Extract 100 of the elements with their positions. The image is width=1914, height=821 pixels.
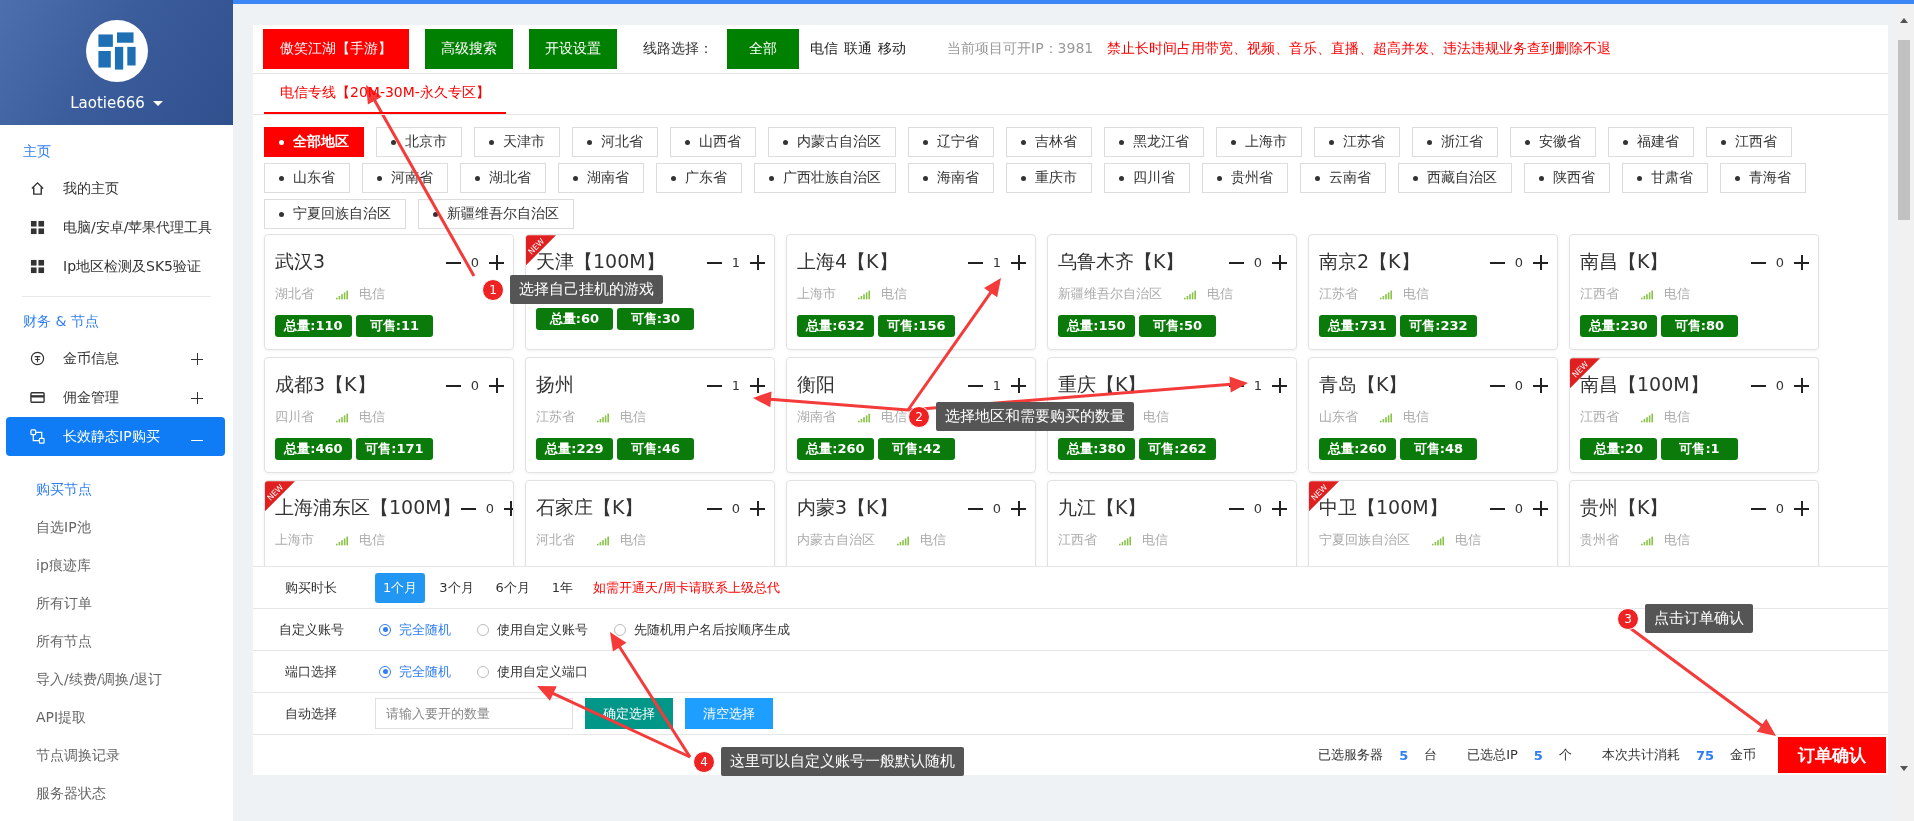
radio-option[interactable]: 完全随机 [379, 620, 451, 639]
province-label: 江苏省 [1319, 285, 1358, 304]
region-tag[interactable]: 江西省 [1706, 127, 1792, 158]
line-option[interactable]: 联通 [841, 40, 875, 59]
available-badge: 可售:80 [1661, 315, 1738, 338]
region-tag[interactable]: 安徽省 [1510, 127, 1596, 158]
region-tag[interactable]: 江苏省 [1314, 127, 1400, 158]
region-tag[interactable]: 黑龙江省 [1104, 127, 1204, 158]
increase-button[interactable] [750, 377, 765, 393]
province-label: 江西省 [1580, 285, 1619, 304]
submenu-item[interactable]: 购买节点 [0, 470, 233, 508]
region-tag[interactable]: 辽宁省 [908, 127, 994, 158]
region-tag[interactable]: 新疆维吾尔自治区 [418, 199, 574, 230]
region-tag[interactable]: 山东省 [264, 163, 350, 194]
line-option[interactable]: 全部 [727, 29, 799, 70]
increase-button[interactable] [1272, 377, 1287, 393]
region-tag[interactable]: 湖南省 [558, 163, 644, 194]
region-tag[interactable]: 贵州省 [1202, 163, 1288, 194]
increase-button[interactable] [1272, 254, 1287, 270]
signal-icon [858, 411, 871, 423]
menu-item[interactable]: Ip地区检测及SK5验证 [6, 247, 225, 286]
region-tag[interactable]: 福建省 [1608, 127, 1694, 158]
region-tag[interactable]: 西藏自治区 [1398, 163, 1512, 194]
region-tag[interactable]: 内蒙古自治区 [768, 127, 896, 158]
increase-button[interactable] [1794, 500, 1809, 516]
field-label: 端口选择 [284, 662, 338, 681]
quantity-field[interactable]: 请输入要开的数量 [375, 698, 573, 729]
increase-button[interactable] [489, 377, 504, 393]
submenu-item[interactable]: 所有节点 [0, 622, 233, 660]
region-tag[interactable]: 上海市 [1216, 127, 1302, 158]
scrollbar[interactable] [1894, 4, 1914, 821]
region-tag[interactable]: 浙江省 [1412, 127, 1498, 158]
increase-button[interactable] [1794, 377, 1809, 393]
increase-button[interactable] [1533, 500, 1548, 516]
region-tag[interactable]: 山西省 [670, 127, 756, 158]
increase-button[interactable] [1533, 377, 1548, 393]
quantity: 1 [1253, 377, 1262, 393]
increase-button[interactable] [1011, 254, 1026, 270]
menu-item[interactable]: 我的主页 [6, 169, 225, 208]
quantity: 0 [485, 500, 494, 516]
region-tag[interactable]: 四川省 [1104, 163, 1190, 194]
increase-button[interactable] [750, 500, 765, 516]
menu-item[interactable]: 长效静态IP购买 [6, 417, 225, 456]
network-label: 电信 [1143, 408, 1169, 427]
quantity: 0 [731, 500, 740, 516]
region-tag[interactable]: 云南省 [1300, 163, 1386, 194]
duration-option[interactable]: 6个月 [487, 572, 538, 603]
submenu-item[interactable]: 节点调换记录 [0, 736, 233, 774]
region-tag[interactable]: 宁夏回族自治区 [264, 199, 406, 230]
available-badge: 可售:232 [1400, 315, 1477, 338]
increase-button[interactable] [1011, 500, 1026, 516]
total-badge: 总量:110 [275, 315, 352, 338]
radio-option[interactable]: 使用自定义账号 [477, 620, 588, 639]
region-tag[interactable]: 全部地区 [264, 127, 364, 158]
toolbar-button[interactable]: 开设设置 [529, 29, 617, 70]
line-option[interactable]: 电信 [807, 40, 841, 59]
node-name: 扬州 [536, 372, 574, 398]
submenu-item[interactable]: 所有订单 [0, 584, 233, 622]
menu-item[interactable]: 佣金管理 [6, 378, 225, 417]
increase-button[interactable] [750, 254, 765, 270]
increase-button[interactable] [1011, 377, 1026, 393]
increase-button[interactable] [489, 254, 504, 270]
region-tag[interactable]: 河北省 [572, 127, 658, 158]
region-tag[interactable]: 广东省 [656, 163, 742, 194]
menu-item[interactable]: 金币信息 [6, 339, 225, 378]
summary-label: 已选总IP [1467, 746, 1518, 764]
region-tag[interactable]: 北京市 [376, 127, 462, 158]
line-option[interactable]: 移动 [875, 40, 909, 59]
quantity: 0 [992, 500, 1001, 516]
region-tag[interactable]: 海南省 [908, 163, 994, 194]
duration-option[interactable]: 3个月 [431, 572, 482, 603]
duration-option[interactable]: 1年 [543, 572, 582, 603]
order-confirm-button[interactable]: 订单确认 [1778, 737, 1886, 773]
region-tag[interactable]: 青海省 [1720, 163, 1806, 194]
region-tag[interactable]: 吉林省 [1006, 127, 1092, 158]
submenu-item[interactable]: ip痕迹库 [0, 546, 233, 584]
username-menu[interactable]: Laotie666 [70, 94, 163, 112]
submenu-item[interactable]: 服务器状态 [0, 774, 233, 812]
region-tag[interactable]: 河南省 [362, 163, 448, 194]
region-tag[interactable]: 陕西省 [1524, 163, 1610, 194]
region-tag[interactable]: 广西壮族自治区 [754, 163, 896, 194]
region-tag[interactable]: 甘肃省 [1622, 163, 1708, 194]
radio-option[interactable]: 使用自定义端口 [477, 662, 588, 681]
callout-label: 选择自己挂机的游戏 [510, 275, 663, 304]
toolbar-button[interactable]: 高级搜索 [425, 29, 513, 70]
increase-button[interactable] [1794, 254, 1809, 270]
summary-unit: 台 [1424, 746, 1438, 764]
node-name: 南昌【K】 [1580, 249, 1669, 275]
submenu-item[interactable]: 导入/续费/调换/退订 [0, 660, 233, 698]
game-button[interactable]: 傲笑江湖【手游】 [263, 29, 409, 70]
region-tag[interactable]: 湖北省 [460, 163, 546, 194]
submenu-item[interactable]: 自选IP池 [0, 508, 233, 546]
increase-button[interactable] [1272, 500, 1287, 516]
region-tag[interactable]: 天津市 [474, 127, 560, 158]
region-tag[interactable]: 重庆市 [1006, 163, 1092, 194]
radio-option[interactable]: 完全随机 [379, 662, 451, 681]
menu-item[interactable]: 电脑/安卓/苹果代理工具 [6, 208, 225, 247]
submenu-item[interactable]: API提取 [0, 698, 233, 736]
increase-button[interactable] [1533, 254, 1548, 270]
radio-option[interactable]: 先随机用户名后按顺序生成 [614, 620, 790, 639]
